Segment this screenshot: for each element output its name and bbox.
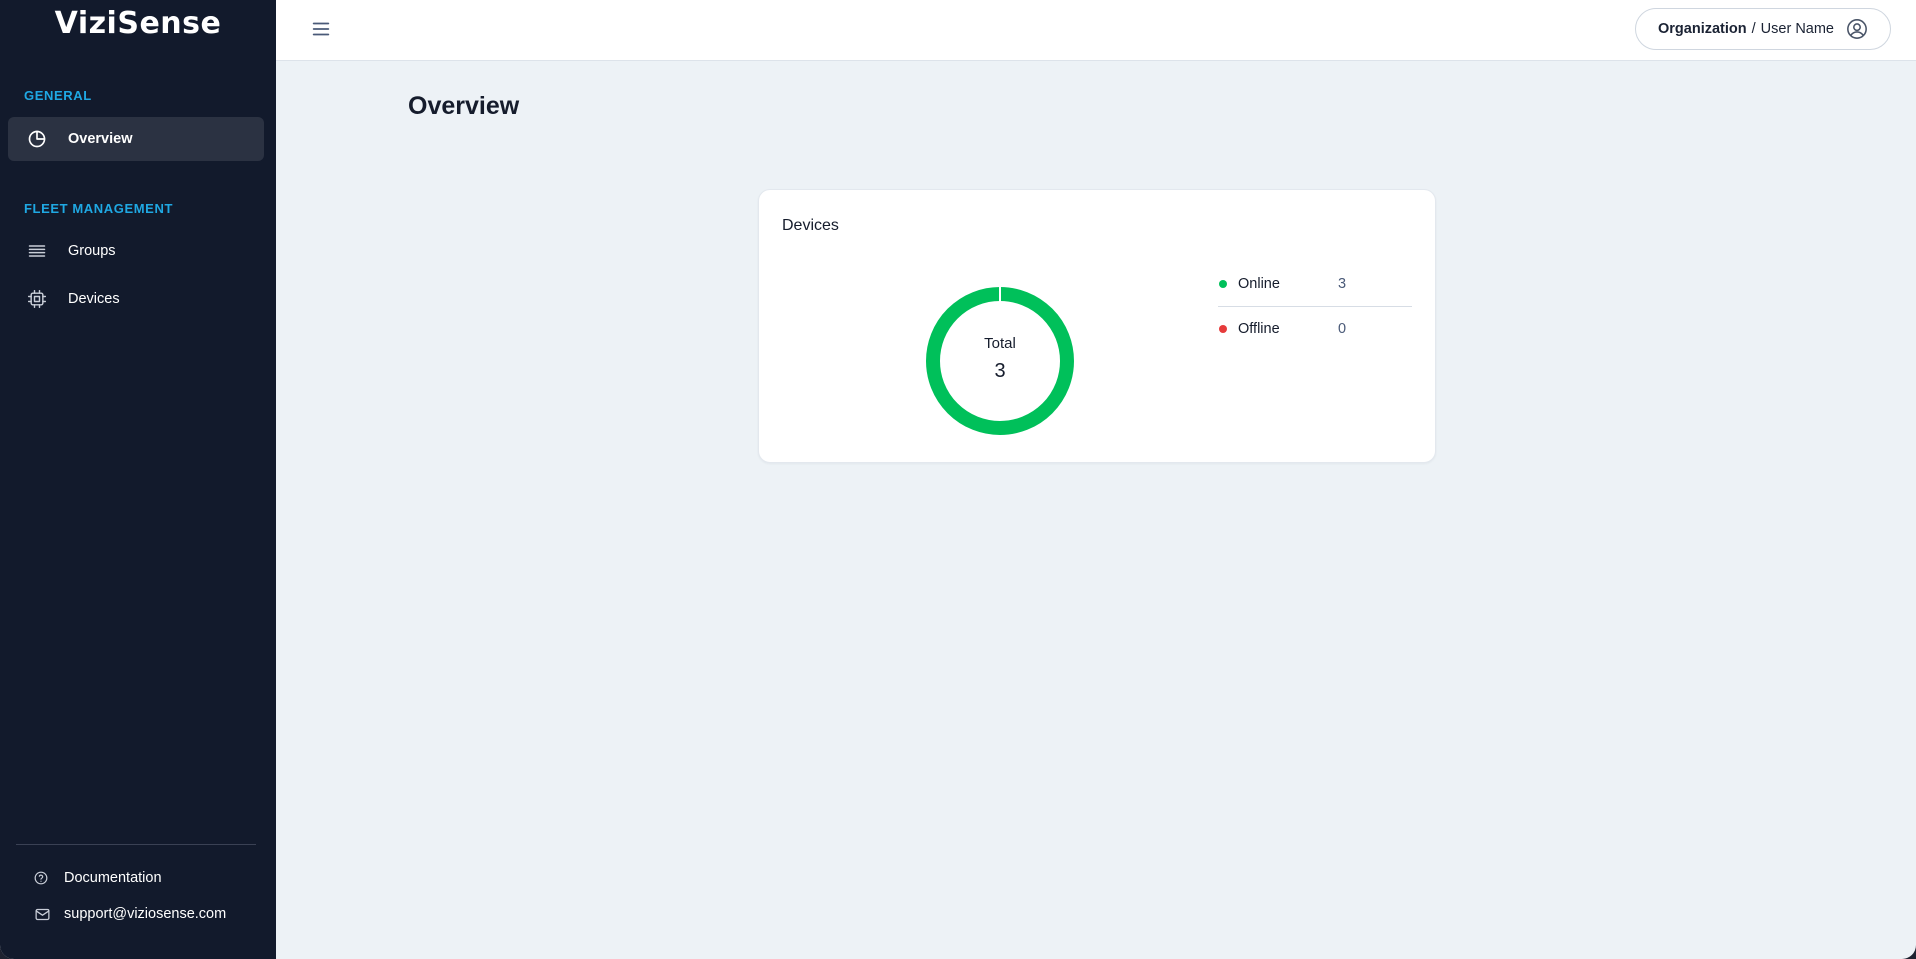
top-bar: Organization / User Name — [276, 0, 1916, 61]
user-name: User Name — [1760, 21, 1834, 37]
app-window: ViziSense GENERAL Overview FLEET MANAGEM… — [0, 0, 1916, 959]
chip-icon — [26, 288, 48, 310]
user-circle-icon — [1846, 18, 1868, 40]
sidebar-item-label: Groups — [68, 243, 116, 259]
devices-card-title: Devices — [782, 217, 839, 234]
list-icon — [26, 240, 48, 262]
legend-value: 0 — [1338, 321, 1347, 337]
sidebar-item-label: Overview — [68, 131, 133, 147]
section-title-general: GENERAL — [24, 88, 92, 103]
support-email-link[interactable]: support@viziosense.com — [34, 903, 226, 925]
documentation-label: Documentation — [64, 870, 162, 886]
support-email-label: support@viziosense.com — [64, 906, 227, 922]
legend-label: Online — [1238, 276, 1280, 292]
sidebar-item-devices[interactable]: Devices — [8, 277, 264, 321]
section-title-fleet-management: FLEET MANAGEMENT — [24, 201, 173, 216]
legend-label: Offline — [1238, 321, 1280, 337]
online-status-dot — [1219, 280, 1227, 288]
offline-status-dot — [1219, 325, 1227, 333]
mail-icon — [34, 906, 51, 923]
total-value: 3 — [994, 360, 1006, 382]
help-circle-icon — [34, 871, 48, 885]
hamburger-menu-icon[interactable] — [310, 18, 332, 40]
legend-item-online: Online 3 — [1218, 262, 1412, 306]
sidebar-item-overview[interactable]: Overview — [8, 117, 264, 161]
pie-chart-icon — [26, 128, 48, 150]
sidebar-item-label: Devices — [68, 291, 120, 307]
sidebar: ViziSense GENERAL Overview FLEET MANAGEM… — [0, 0, 276, 959]
devices-card: Devices Total 3 Online 3 Offline 0 — [758, 189, 1436, 463]
org-user-separator: / — [1751, 21, 1756, 37]
legend-value: 3 — [1338, 276, 1347, 292]
user-menu-button[interactable]: Organization / User Name — [1635, 8, 1891, 50]
page-title: Overview — [408, 92, 520, 120]
donut-center: Total 3 — [924, 285, 1076, 437]
brand-logo[interactable]: ViziSense — [0, 6, 276, 41]
sidebar-item-groups[interactable]: Groups — [8, 229, 264, 273]
sidebar-divider — [16, 844, 256, 845]
documentation-link[interactable]: Documentation — [34, 867, 162, 889]
devices-legend: Online 3 Offline 0 — [1218, 262, 1412, 351]
organization-name: Organization — [1658, 21, 1747, 37]
legend-item-offline: Offline 0 — [1218, 306, 1412, 351]
total-label: Total — [984, 335, 1016, 352]
